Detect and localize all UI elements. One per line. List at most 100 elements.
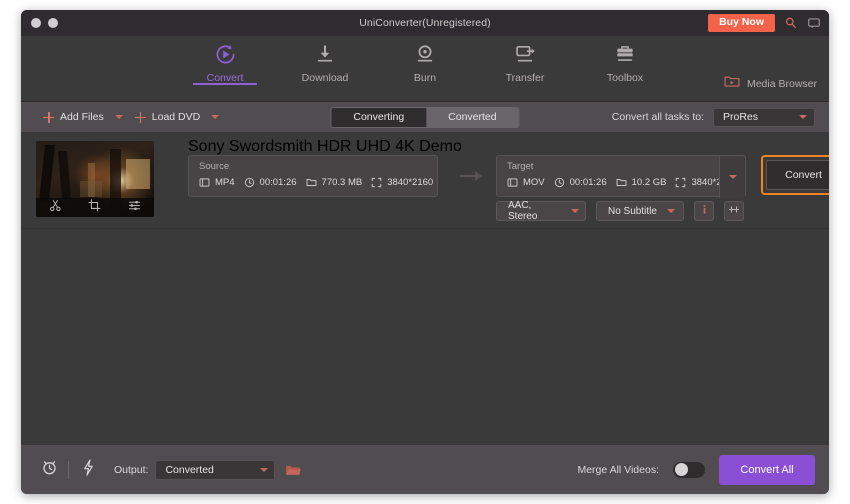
lightning-bolt-icon: [81, 458, 96, 481]
open-folder-icon[interactable]: [285, 463, 302, 477]
chevron-down-icon: [799, 115, 807, 119]
file-list: Sony Swordsmith HDR UHD 4K Demo Source M…: [21, 133, 829, 444]
merge-all-videos-toggle[interactable]: [673, 461, 705, 478]
merge-all-videos-label: Merge All Videos:: [577, 463, 659, 476]
clock-icon: [244, 177, 254, 188]
media-info-button[interactable]: [724, 201, 744, 221]
nav-tab-burn[interactable]: Burn: [393, 42, 457, 84]
source-format-value: MP4: [215, 177, 235, 188]
bottom-bar-left: Output: Converted: [35, 457, 302, 483]
add-files-dropdown-caret-icon[interactable]: [114, 115, 123, 119]
action-bar-left: Add Files Load DVD: [43, 111, 227, 123]
nav-items: Convert Download Burn Transfer Toolbox: [21, 42, 829, 85]
source-heading: Source: [199, 161, 230, 172]
resolution-icon: [371, 177, 382, 188]
audio-track-dropdown[interactable]: AAC, Stereo: [496, 200, 586, 222]
tab-converting[interactable]: Converting: [331, 107, 427, 127]
tab-converted[interactable]: Converted: [426, 107, 519, 127]
crop-icon[interactable]: [88, 198, 101, 217]
divider: [68, 460, 69, 479]
audio-track-value: AAC, Stereo: [508, 200, 538, 222]
output-path-dropdown[interactable]: Converted: [155, 459, 276, 480]
source-duration: 00:01:26: [244, 177, 297, 188]
media-info-icon: [728, 202, 740, 220]
thumbnail-tools: [36, 198, 154, 217]
source-info-card: Source MP4 00:01:26 770.3 MB 3840*2160: [188, 155, 438, 197]
chevron-down-icon: [571, 209, 579, 213]
search-icon[interactable]: [784, 16, 798, 30]
nav-tab-convert[interactable]: Convert: [193, 42, 257, 85]
nav-tab-transfer[interactable]: Transfer: [493, 42, 557, 84]
file-format-icon: [199, 178, 210, 187]
toolbox-icon: [614, 42, 636, 66]
info-icon: [699, 202, 710, 220]
buy-now-button[interactable]: Buy Now: [708, 13, 775, 33]
nav-active-indicator: [193, 83, 257, 85]
chevron-down-icon: [260, 467, 269, 472]
media-browser-button[interactable]: Media Browser: [724, 74, 817, 93]
window-controls[interactable]: [31, 18, 58, 28]
convert-icon: [214, 42, 237, 66]
trim-scissors-icon[interactable]: [49, 199, 62, 217]
main-navigation: Convert Download Burn Transfer Toolbox M…: [21, 36, 829, 102]
chevron-down-icon: [666, 209, 675, 213]
resolution-icon: [676, 177, 686, 188]
chevron-down-icon: [728, 175, 737, 179]
output-label: Output:: [114, 463, 149, 476]
target-format: MOV: [507, 177, 545, 188]
plus-icon: [43, 111, 54, 123]
task-tabs: Converting Converted: [330, 106, 520, 128]
source-size: 770.3 MB: [306, 177, 363, 188]
target-info-card: Target MOV 00:01:26 10.2 GB 3840*2160: [496, 155, 746, 198]
effects-sliders-icon[interactable]: [128, 199, 141, 217]
nav-tab-toolbox[interactable]: Toolbox: [593, 42, 657, 84]
info-button[interactable]: [694, 201, 714, 221]
target-duration-value: 00:01:26: [569, 177, 607, 188]
track-selectors: AAC, Stereo No Subtitle: [496, 200, 744, 222]
subtitle-track-value: No Subtitle: [608, 205, 657, 217]
feedback-icon[interactable]: [807, 16, 821, 30]
alarm-clock-button[interactable]: [35, 457, 63, 483]
nav-label-download: Download: [301, 72, 349, 84]
folder-icon: [306, 179, 316, 186]
convert-button-label: Convert: [785, 169, 822, 181]
load-dvd-label: Load DVD: [151, 111, 201, 123]
nav-tab-download[interactable]: Download: [293, 42, 357, 84]
load-dvd-button[interactable]: Load DVD: [134, 111, 201, 123]
toggle-knob: [674, 463, 688, 476]
source-resolution-value: 3840*2160: [387, 177, 434, 188]
convert-button[interactable]: Convert: [766, 160, 829, 190]
add-files-button[interactable]: Add Files: [43, 111, 104, 123]
folder-icon: [616, 179, 627, 186]
output-path-value: Converted: [165, 463, 214, 476]
output-format-dropdown[interactable]: ProRes: [713, 107, 815, 127]
file-format-icon: [507, 178, 518, 187]
burn-icon: [414, 42, 436, 66]
source-resolution: 3840*2160: [371, 177, 433, 188]
add-files-label: Add Files: [60, 111, 104, 123]
target-size-value: 10.2 GB: [631, 177, 667, 188]
target-format-value: MOV: [523, 177, 545, 188]
source-format: MP4: [199, 177, 235, 188]
minimize-window-button[interactable]: [48, 18, 58, 28]
close-window-button[interactable]: [31, 18, 41, 28]
action-bar-right: Convert all tasks to: ProRes: [612, 107, 815, 127]
source-meta-row: MP4 00:01:26 770.3 MB 3840*2160: [199, 177, 433, 188]
nav-label-toolbox: Toolbox: [606, 72, 644, 84]
nav-label-burn: Burn: [413, 72, 437, 84]
subtitle-track-dropdown[interactable]: No Subtitle: [596, 201, 684, 221]
target-heading: Target: [507, 161, 534, 172]
target-settings-dropdown[interactable]: [719, 156, 745, 198]
title-bar: UniConverter(Unregistered) Buy Now: [21, 10, 829, 36]
clock-icon: [554, 177, 564, 188]
alarm-clock-icon: [41, 459, 58, 481]
title-bar-right: Buy Now: [708, 10, 821, 36]
source-to-target-arrow-icon: [459, 169, 485, 183]
convert-all-button[interactable]: Convert All: [719, 454, 815, 485]
high-speed-button[interactable]: [74, 457, 102, 483]
source-size-value: 770.3 MB: [321, 177, 363, 188]
output-format-value: ProRes: [723, 111, 759, 123]
file-row: Sony Swordsmith HDR UHD 4K Demo Source M…: [21, 133, 829, 229]
video-thumbnail[interactable]: [36, 141, 154, 217]
load-dvd-dropdown-caret-icon[interactable]: [211, 115, 220, 119]
